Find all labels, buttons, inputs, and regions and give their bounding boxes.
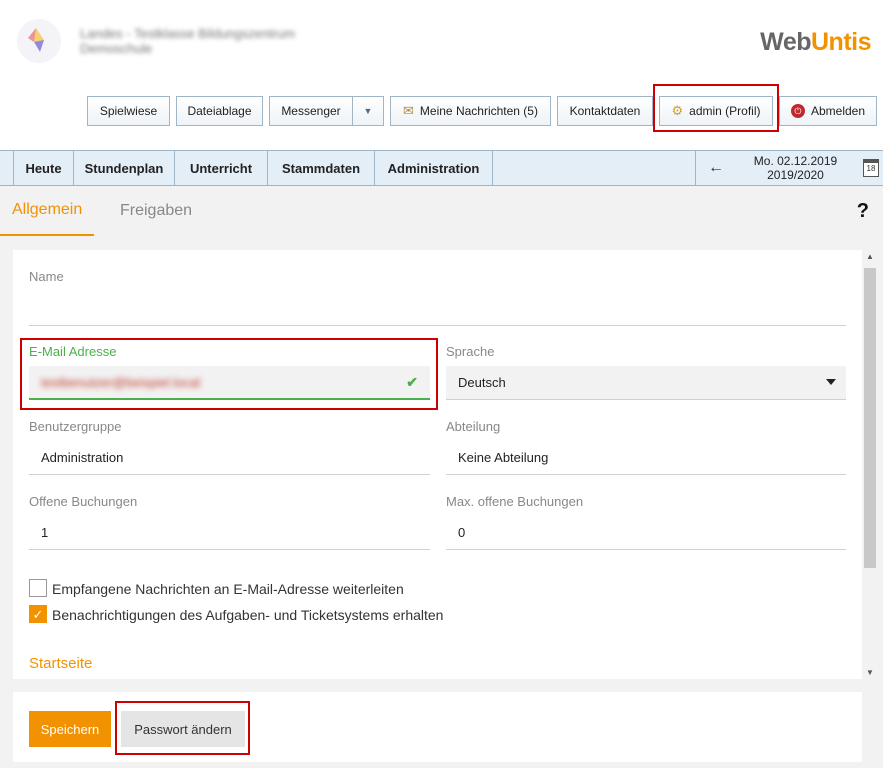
gear-icon: ⚙	[671, 103, 684, 118]
dateiablage-button[interactable]: Dateiablage	[176, 96, 263, 126]
nav-stammdaten-label: Stammdaten	[281, 160, 361, 176]
offene-buchungen-value: 1	[41, 525, 49, 540]
tab-freigaben[interactable]: Freigaben	[108, 186, 204, 236]
help-icon[interactable]: ?	[857, 200, 869, 223]
tab-bar: Allgemein Freigaben ?	[0, 186, 883, 236]
forward-email-label: Empfangene Nachrichten an E-Mail-Adresse…	[52, 581, 404, 597]
name-label: Name	[29, 269, 64, 284]
tab-freigaben-label: Freigaben	[120, 202, 193, 219]
abmelden-label: Abmelden	[810, 104, 866, 118]
spielwiese-label: Spielwiese	[99, 104, 158, 118]
form-footer: Speichern Passwort ändern	[13, 692, 862, 762]
messenger-label: Messenger	[281, 104, 341, 118]
power-icon: ⏻	[790, 104, 805, 118]
sprache-label: Sprache	[446, 344, 495, 359]
scrollbar[interactable]: ▲ ▼	[862, 250, 878, 679]
nav-heute-label: Heute	[25, 160, 62, 176]
max-offene-buchungen-label: Max. offene Buchungen	[446, 494, 584, 509]
date-selector: ← Mo. 02.12.2019 2019/2020	[695, 151, 855, 185]
meine-nachrichten-label: Meine Nachrichten (5)	[419, 104, 538, 118]
tab-allgemein[interactable]: Allgemein	[0, 186, 95, 236]
envelope-icon: ✉	[403, 103, 414, 118]
nav-administration[interactable]: Administration	[375, 151, 493, 185]
benutzergruppe-label: Benutzergruppe	[29, 419, 122, 434]
nav-stammdaten[interactable]: Stammdaten	[268, 151, 375, 185]
arrow-left-icon[interactable]: ←	[696, 159, 736, 177]
messenger-dropdown-button[interactable]: ▼	[352, 96, 384, 126]
checkmark-icon: ✓	[32, 607, 44, 622]
nav-unterricht[interactable]: Unterricht	[175, 151, 268, 185]
kontaktdaten-button[interactable]: Kontaktdaten	[557, 96, 653, 126]
checkmark-icon: ✔	[406, 373, 418, 390]
caret-down-icon	[826, 379, 836, 385]
email-label: E-Mail Adresse	[29, 344, 117, 359]
startseite-section-title: Startseite	[29, 655, 93, 672]
nav-heute[interactable]: Heute	[13, 151, 74, 185]
save-label: Speichern	[40, 721, 100, 737]
abteilung-field[interactable]: Keine Abteilung	[446, 441, 846, 475]
brand-web: Web	[760, 28, 811, 56]
abteilung-label: Abteilung	[446, 419, 501, 434]
sprache-select[interactable]: Deutsch	[446, 366, 846, 400]
scroll-up-icon[interactable]: ▲	[866, 252, 874, 261]
profil-button[interactable]: ⚙ admin (Profil)	[659, 96, 773, 126]
main-navigation: Heute Stundenplan Unterricht Stammdaten …	[0, 150, 883, 186]
sprache-value: Deutsch	[458, 375, 506, 390]
calendar-icon[interactable]: 18	[863, 159, 879, 177]
abteilung-value: Keine Abteilung	[458, 450, 549, 465]
save-button[interactable]: Speichern	[29, 711, 111, 747]
spielwiese-button[interactable]: Spielwiese	[87, 96, 170, 126]
max-offene-buchungen-value: 0	[458, 525, 466, 540]
calendar-day: 18	[866, 164, 876, 173]
app-header: Landes - Testklasse Bildungszentrum Demo…	[0, 0, 883, 150]
benutzergruppe-field[interactable]: Administration	[29, 441, 430, 475]
school-logo-icon	[17, 19, 61, 63]
tab-allgemein-label: Allgemein	[12, 201, 83, 218]
offene-buchungen-label: Offene Buchungen	[29, 494, 138, 509]
email-field[interactable]: testbenutzer@beispiel.local ✔	[29, 366, 430, 400]
nav-stundenplan[interactable]: Stundenplan	[74, 151, 175, 185]
school-name: Landes - Testklasse Bildungszentrum Demo…	[80, 26, 295, 56]
chevron-down-icon: ▼	[363, 106, 373, 116]
offene-buchungen-field[interactable]: 1	[29, 516, 430, 550]
messenger-button[interactable]: Messenger	[269, 96, 353, 126]
kontaktdaten-label: Kontaktdaten	[569, 104, 641, 118]
abmelden-button[interactable]: ⏻ Abmelden	[779, 96, 877, 126]
name-field[interactable]	[29, 292, 846, 326]
school-name-line2: Demoschule	[80, 41, 153, 56]
forward-email-checkbox[interactable]	[29, 579, 47, 597]
school-name-line1: Landes - Testklasse Bildungszentrum	[80, 26, 296, 41]
change-password-button[interactable]: Passwort ändern	[121, 711, 245, 747]
current-date: Mo. 02.12.2019	[753, 154, 838, 168]
nav-stundenplan-label: Stundenplan	[84, 160, 164, 176]
profil-label: admin (Profil)	[689, 104, 761, 118]
school-year: 2019/2020	[767, 168, 824, 182]
ticket-notify-checkbox[interactable]: ✓	[29, 605, 47, 623]
email-value: testbenutzer@beispiel.local	[41, 374, 201, 390]
scrollbar-thumb[interactable]	[864, 268, 876, 568]
webuntis-logo: WebUntis	[760, 28, 871, 57]
brand-untis: Untis	[811, 28, 872, 56]
benutzergruppe-value: Administration	[41, 450, 124, 465]
meine-nachrichten-button[interactable]: ✉ Meine Nachrichten (5)	[390, 96, 551, 126]
max-offene-buchungen-field[interactable]: 0	[446, 516, 846, 550]
change-password-label: Passwort ändern	[134, 721, 232, 737]
date-display: Mo. 02.12.2019 2019/2020	[736, 154, 855, 182]
profile-form: Name E-Mail Adresse testbenutzer@beispie…	[13, 250, 862, 679]
ticket-notify-label: Benachrichtigungen des Aufgaben- und Tic…	[52, 607, 444, 623]
nav-administration-label: Administration	[387, 160, 480, 176]
scroll-down-icon[interactable]: ▼	[866, 668, 874, 677]
dateiablage-label: Dateiablage	[187, 104, 252, 118]
nav-unterricht-label: Unterricht	[189, 160, 253, 176]
